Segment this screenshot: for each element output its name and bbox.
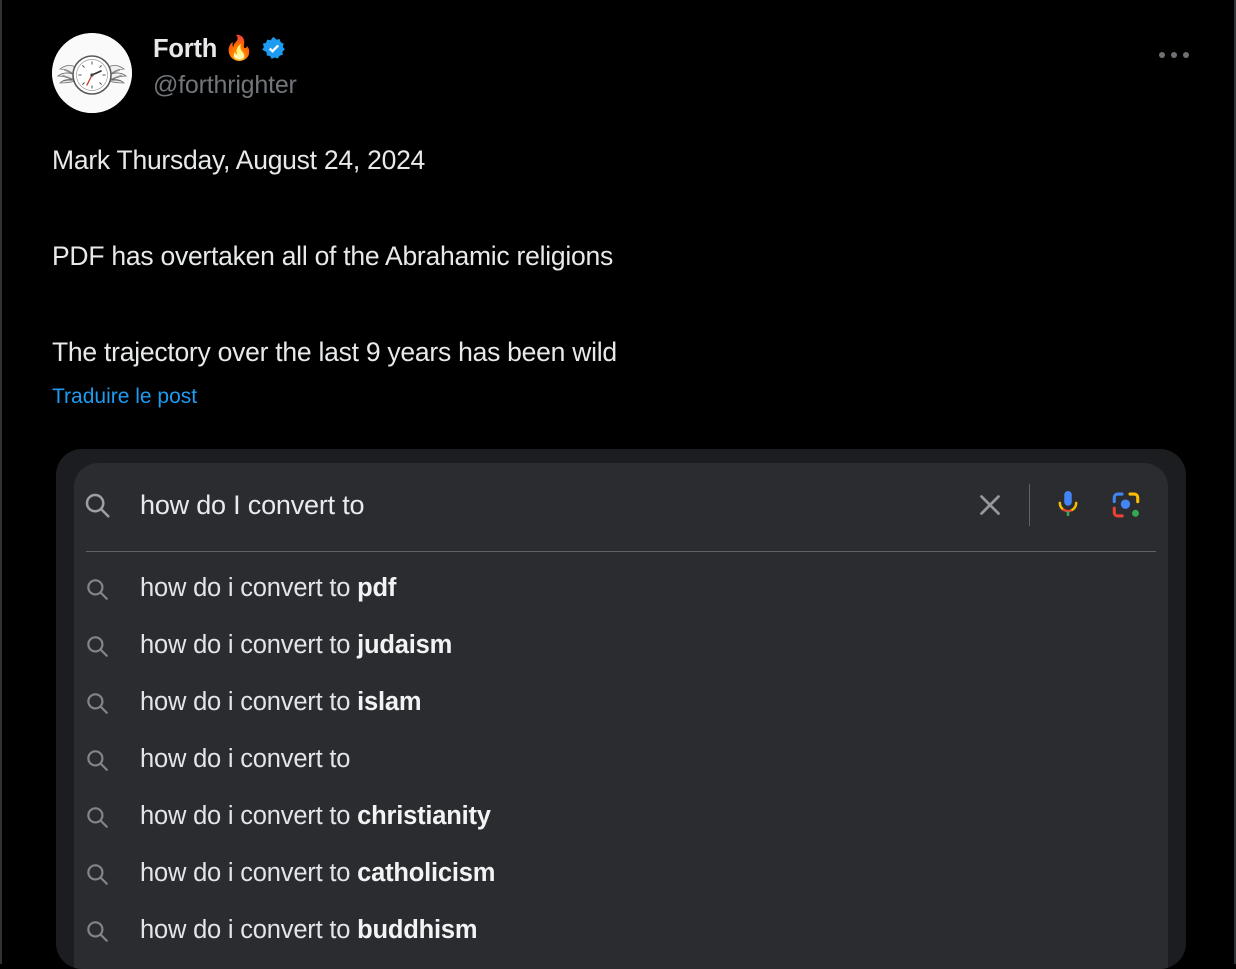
tweet-line-1: Mark Thursday, August 24, 2024	[52, 145, 426, 175]
display-name[interactable]: Forth	[153, 34, 217, 64]
author-identity: Forth 🔥 @forthrighter	[153, 33, 297, 102]
ellipsis-dot	[1171, 52, 1177, 58]
suggestion-label: how do i convert to	[140, 745, 351, 773]
search-icon	[82, 490, 112, 520]
list-item[interactable]: how do i convert to pdf	[74, 560, 1168, 617]
search-suggestions-list: how do i convert to pdf how do i convert…	[74, 552, 1168, 959]
embedded-media-google-search[interactable]: how do I convert to how do i convert to …	[56, 449, 1186, 969]
google-mic-icon[interactable]	[1054, 488, 1082, 522]
list-item[interactable]: how do i convert to	[74, 731, 1168, 788]
tweet-line-3: The trajectory over the last 9 years has…	[52, 337, 617, 367]
search-icon	[84, 690, 110, 716]
tweet-line-2: PDF has overtaken all of the Abrahamic r…	[52, 241, 613, 271]
ellipsis-dot	[1159, 52, 1165, 58]
list-item[interactable]: how do i convert to judaism	[74, 617, 1168, 674]
input-divider	[1029, 484, 1030, 526]
list-item[interactable]: how do i convert to christianity	[74, 788, 1168, 845]
suggestion-label: how do i convert to catholicism	[140, 859, 496, 887]
text-gap	[52, 273, 1197, 335]
list-item[interactable]: how do i convert to buddhism	[74, 902, 1168, 959]
avatar[interactable]	[52, 33, 132, 113]
search-input-row[interactable]: how do I convert to	[74, 463, 1168, 547]
author-name-row: Forth 🔥	[153, 34, 297, 64]
suggestion-label: how do i convert to christianity	[140, 802, 491, 830]
suggestion-label: how do i convert to pdf	[140, 574, 397, 602]
list-item[interactable]: how do i convert to islam	[74, 674, 1168, 731]
list-item[interactable]: how do i convert to catholicism	[74, 845, 1168, 902]
suggestion-label: how do i convert to buddhism	[140, 916, 478, 944]
search-icon	[84, 633, 110, 659]
search-icon	[84, 804, 110, 830]
google-search-panel: how do I convert to how do i convert to …	[74, 463, 1168, 969]
suggestion-label: how do i convert to judaism	[140, 631, 453, 659]
tweet-container: Forth 🔥 @forthrighter Mark Thursday, Aug…	[0, 0, 1236, 969]
author-handle[interactable]: @forthrighter	[153, 68, 297, 102]
search-icon	[84, 861, 110, 887]
translate-post-link[interactable]: Traduire le post	[52, 383, 197, 411]
tweet-text: Mark Thursday, August 24, 2024 PDF has o…	[20, 143, 1217, 411]
text-gap	[52, 177, 1197, 239]
search-query-value[interactable]: how do I convert to	[140, 490, 973, 521]
search-icon	[84, 918, 110, 944]
suggestion-label: how do i convert to islam	[140, 688, 422, 716]
ellipsis-dot	[1183, 52, 1189, 58]
search-icon	[84, 747, 110, 773]
close-x-icon[interactable]	[973, 488, 1007, 522]
search-icon	[84, 576, 110, 602]
more-options-button[interactable]	[1151, 41, 1197, 69]
verified-badge-icon	[261, 36, 287, 62]
fire-icon: 🔥	[224, 35, 255, 62]
google-lens-icon[interactable]	[1110, 489, 1142, 521]
tweet-header: Forth 🔥 @forthrighter	[20, 0, 1217, 113]
